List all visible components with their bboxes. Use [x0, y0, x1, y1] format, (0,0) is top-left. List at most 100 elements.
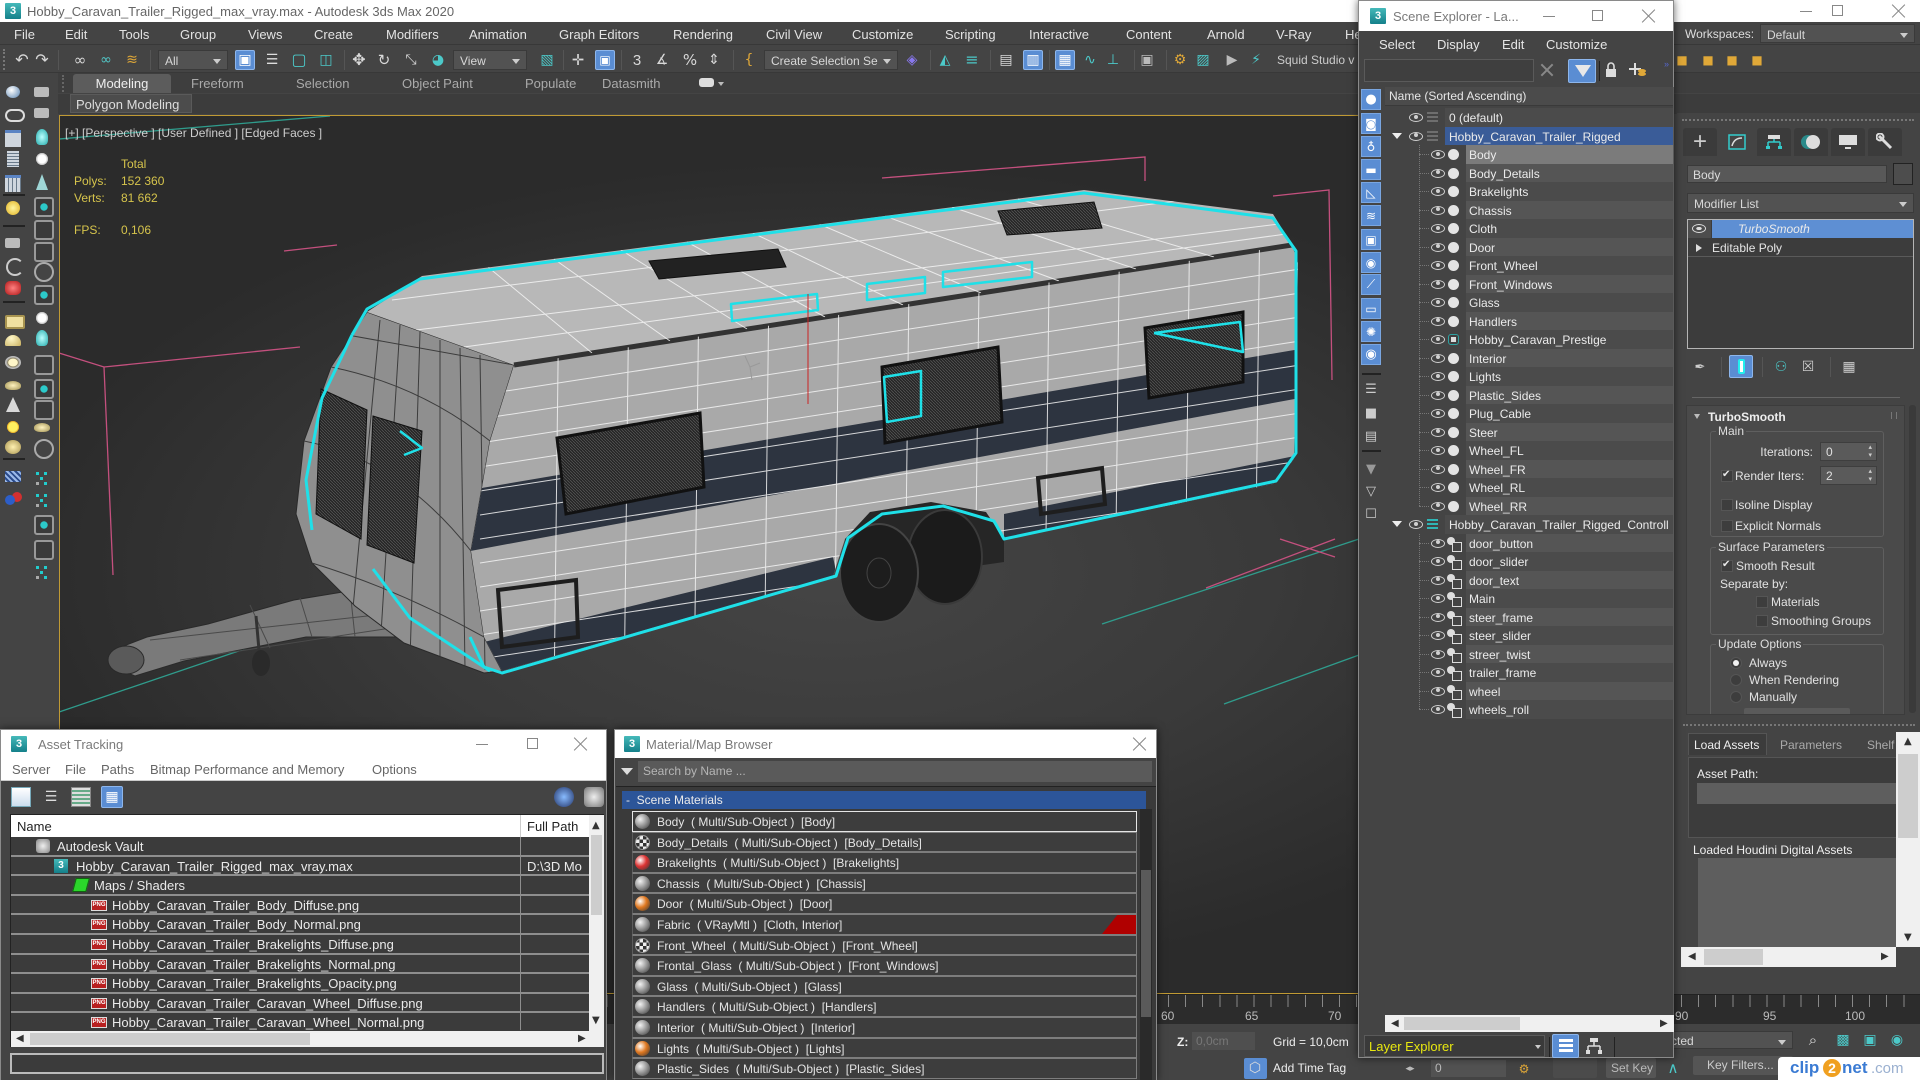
toggle-ribbon-icon[interactable] [1055, 50, 1075, 70]
toolbar-overflow-icon[interactable]: » [1664, 59, 1669, 69]
render-production-icon[interactable] [1222, 50, 1242, 70]
tree-row-object[interactable]: Plug_Cable [1385, 404, 1674, 423]
rollout-collapse-triangle-icon[interactable] [1694, 414, 1700, 419]
layer-list-icon[interactable] [32, 218, 54, 240]
visibility-eye-icon[interactable] [1431, 390, 1445, 400]
ribbon-tab-selection[interactable]: Selection [296, 76, 349, 91]
reference-coordinate-dropdown[interactable]: View [453, 50, 527, 70]
auto-key-button[interactable] [1553, 1058, 1597, 1078]
close-button[interactable] [1642, 9, 1656, 23]
tree-view-icon[interactable] [71, 787, 91, 807]
scroll-up-icon[interactable]: ▲ [592, 820, 600, 831]
play-render-icon[interactable] [32, 377, 54, 399]
visibility-eye-icon[interactable] [1431, 187, 1445, 196]
ribbon-tab-freeform[interactable]: Freeform [191, 76, 244, 91]
tree-row-object[interactable]: Wheel_RL [1385, 478, 1674, 497]
view-camera-icon[interactable] [3, 255, 24, 276]
refresh-icon[interactable] [11, 787, 31, 807]
object-color-swatch[interactable] [1893, 163, 1913, 185]
orbit-icon[interactable] [32, 490, 52, 510]
tree-row-helper[interactable]: streer_twist [1385, 644, 1674, 663]
iterations-spinner[interactable]: 0 [1820, 442, 1877, 461]
select-and-link-icon[interactable] [70, 50, 90, 70]
ribbon-tab-datasmith[interactable]: Datasmith [602, 76, 661, 91]
update-manually-radio[interactable] [1730, 691, 1742, 703]
visibility-eye-icon[interactable] [1431, 353, 1445, 363]
schematic-view-icon[interactable] [1103, 50, 1123, 70]
tree-row-object[interactable]: Body_Details [1385, 163, 1674, 182]
display-cameras-icon[interactable] [1361, 159, 1381, 180]
menu-rendering[interactable]: Rendering [673, 27, 733, 42]
orbit-icon[interactable] [1887, 1030, 1907, 1050]
menu-modifiers[interactable]: Modifiers [386, 27, 439, 42]
help-icon[interactable] [32, 437, 54, 459]
explorer-mode-dropdown[interactable]: Layer Explorer [1364, 1035, 1545, 1057]
tree-row-object[interactable]: Plastic_Sides [1385, 385, 1674, 404]
container-icon[interactable] [1361, 504, 1381, 525]
tree-row-object[interactable]: Front_Windows [1385, 274, 1674, 293]
ribbon-panel-polygon-modeling[interactable]: Polygon Modeling [70, 94, 192, 113]
particle-view-icon[interactable] [3, 278, 23, 298]
default-tangent-icon[interactable] [1663, 1058, 1683, 1078]
display-space-warps-icon[interactable] [1361, 205, 1381, 226]
scene-search-input[interactable] [1364, 59, 1534, 82]
asset-path-input[interactable] [1697, 783, 1907, 804]
tab-shelf[interactable]: Shelf [1867, 738, 1894, 752]
tree-row-helper[interactable]: door_slider [1385, 552, 1674, 571]
visibility-eye-icon[interactable] [1409, 131, 1423, 141]
visibility-eye-icon[interactable] [1431, 538, 1445, 548]
smooth-result-checkbox[interactable] [1721, 559, 1733, 572]
plane-icon[interactable] [3, 310, 25, 330]
scrollbar-thumb[interactable] [1704, 949, 1763, 965]
material-row[interactable]: Door ( Multi/Sub-Object ) [Door] [632, 893, 1137, 914]
asset-row[interactable]: Hobby_Caravan_Trailer_Rigged_max_vray.ma… [11, 856, 589, 877]
filter-settings-icon[interactable] [1361, 459, 1381, 480]
scene-explorer-title-bar[interactable]: Scene Explorer - La... [1359, 1, 1673, 31]
scroll-down-icon[interactable]: ▼ [1904, 932, 1912, 943]
sun-icon[interactable] [3, 417, 23, 437]
tree-row-helper[interactable]: steer_frame [1385, 607, 1674, 626]
panel-splitter[interactable] [1692, 397, 1900, 398]
tree-row-object[interactable]: Steer [1385, 422, 1674, 441]
pin-stack-icon[interactable] [1690, 357, 1710, 377]
render-window-icon[interactable] [3, 127, 23, 147]
light-bulb-outline-icon[interactable] [32, 328, 52, 348]
tab-create[interactable] [1683, 128, 1717, 156]
ribbon-tab-modeling[interactable]: Modeling [73, 74, 171, 93]
visibility-eye-icon[interactable] [1431, 224, 1445, 233]
zoom-icon[interactable] [1803, 1030, 1823, 1050]
teapot-primitive-icon[interactable] [3, 375, 23, 395]
asset-row[interactable]: Hobby_Caravan_Trailer_Caravan_Wheel_Norm… [11, 1013, 589, 1030]
material-row[interactable]: Glass ( Multi/Sub-Object ) [Glass] [632, 975, 1137, 997]
asset-row[interactable]: Autodesk Vault [11, 837, 589, 857]
scroll-right-icon[interactable]: ▶ [578, 1033, 586, 1044]
material-browser-title-bar[interactable]: Material/Map Browser [615, 730, 1156, 758]
visibility-eye-icon[interactable] [1431, 557, 1445, 566]
menu-civil-view[interactable]: Civil View [766, 27, 822, 42]
rendered-frame-window-icon[interactable] [1193, 50, 1213, 70]
update-always-radio[interactable] [1730, 657, 1742, 669]
visibility-eye-icon[interactable] [1431, 446, 1445, 455]
ribbon-minimize-toggle-icon[interactable] [699, 78, 714, 87]
plugin-toolbar-label[interactable]: Squid Studio v [1277, 53, 1354, 67]
unlink-selection-icon[interactable] [96, 50, 116, 70]
tree-row-object[interactable]: Front_Wheel [1385, 256, 1674, 275]
add-time-tag-button[interactable] [1244, 1058, 1267, 1079]
explicit-normals-checkbox[interactable] [1721, 520, 1733, 532]
menu-v-ray[interactable]: V-Ray [1276, 27, 1311, 42]
visibility-eye-icon[interactable] [1409, 520, 1423, 529]
display-particles-icon[interactable] [1361, 321, 1381, 342]
asset-tracking-title-bar[interactable]: Asset Tracking [1, 730, 606, 758]
scrollbar-thumb[interactable] [591, 835, 602, 915]
hierarchy-explorer-icon[interactable] [1585, 1037, 1603, 1055]
scrollbar-thumb[interactable] [1404, 1017, 1520, 1030]
visibility-eye-icon[interactable] [1431, 168, 1445, 178]
minimize-button[interactable] [1800, 11, 1812, 12]
visibility-eye-icon[interactable] [1431, 316, 1445, 326]
toggle-scene-explorer-icon[interactable] [996, 50, 1016, 70]
sun-light-icon[interactable] [32, 149, 52, 169]
tree-row-helper[interactable]: door_button [1385, 533, 1674, 552]
material-row[interactable]: Lights ( Multi/Sub-Object ) [Lights] [632, 1037, 1137, 1059]
mirror-icon[interactable] [935, 50, 955, 70]
close-button[interactable] [574, 737, 588, 751]
